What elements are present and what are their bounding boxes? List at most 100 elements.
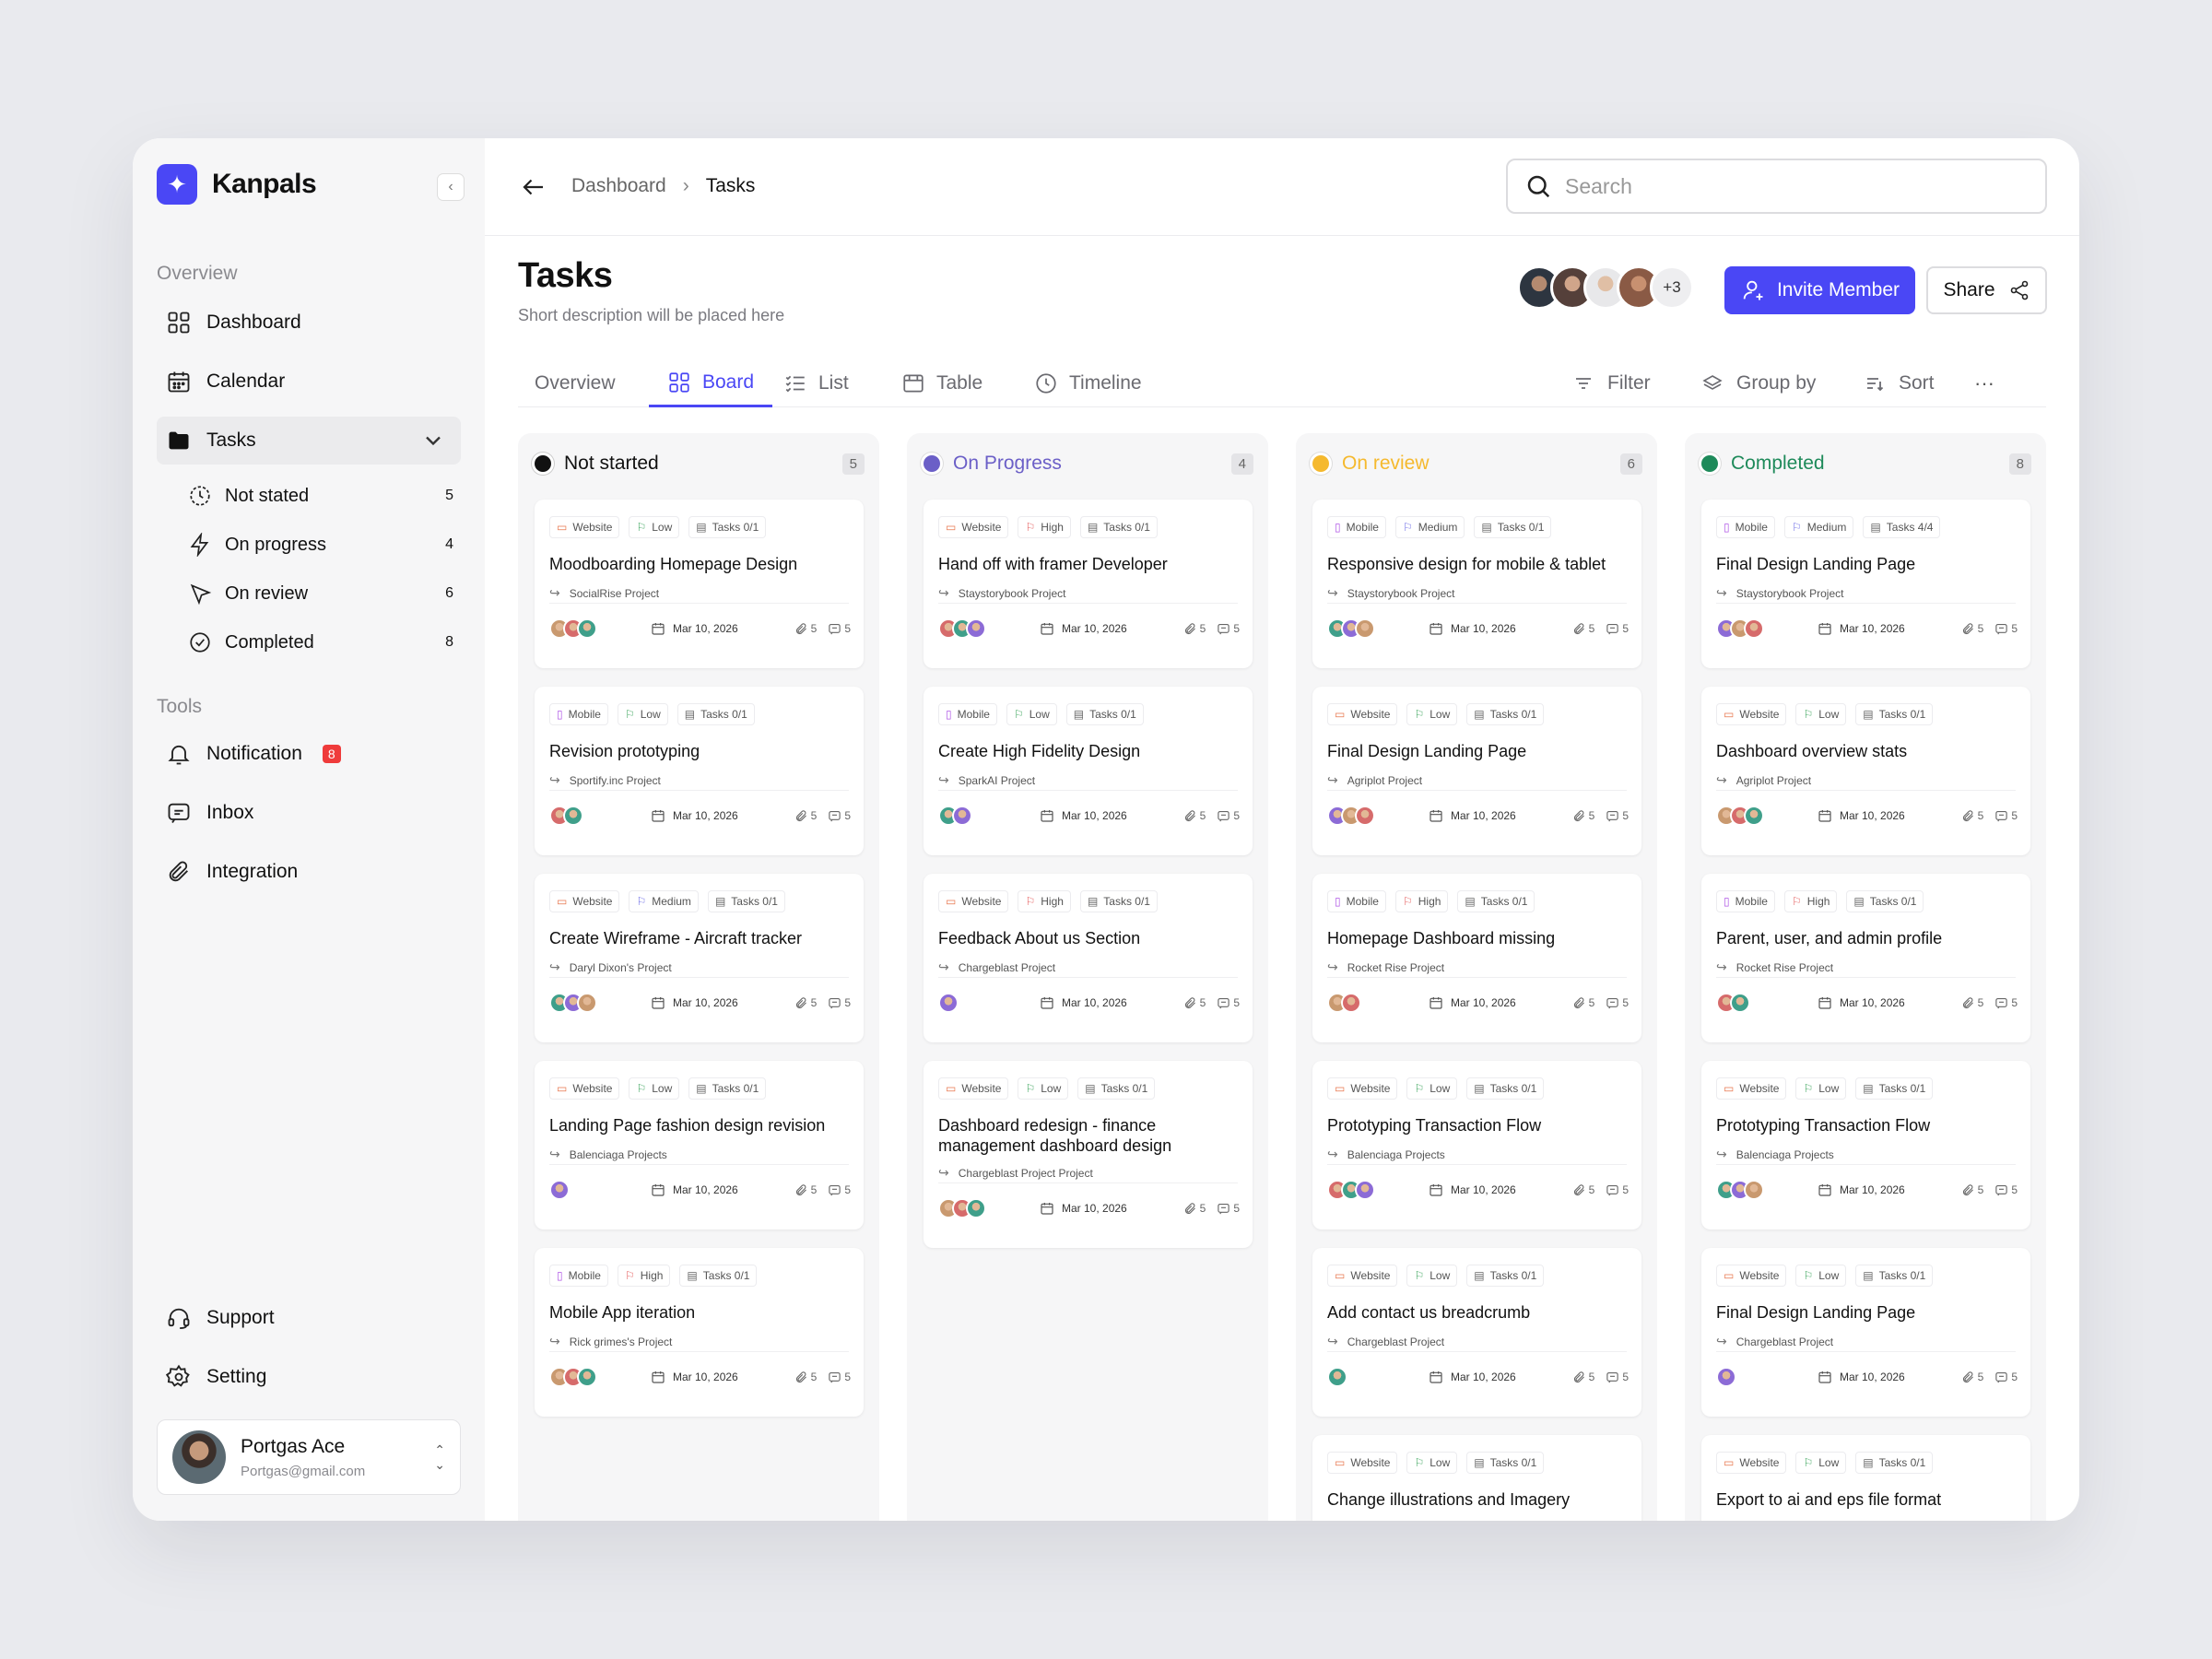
tab-overview[interactable]: Overview xyxy=(535,359,616,407)
checklist-icon: ▤ xyxy=(1474,1269,1485,1282)
paperclip-icon xyxy=(795,1371,806,1382)
attachments-value: 5 xyxy=(1977,1371,1984,1383)
task-card[interactable]: ▭ Website ⚐ Low ▤ Tasks 0/1 Change illustratio… xyxy=(1312,1435,1641,1521)
subdirectory-arrow-icon: ↪ xyxy=(1327,1147,1338,1161)
card-title: Change illustrations and Imagery xyxy=(1327,1490,1571,1509)
card-footer: Mar 10, 2026 5 5 xyxy=(549,804,851,828)
avatar xyxy=(1355,806,1375,826)
sub-on-progress[interactable]: On progress 4 xyxy=(179,524,461,565)
due-date-label: Mar 10, 2026 xyxy=(1062,809,1127,822)
task-card[interactable]: ▭ Website ⚐ Low ▤ Tasks 0/1 Add contact us bre… xyxy=(1312,1248,1641,1417)
arrow-left-icon[interactable] xyxy=(520,173,547,201)
tool-label: Filter xyxy=(1607,372,1651,394)
task-card[interactable]: ▭ Website ⚐ Low ▤ Tasks 0/1 Dashboard overview… xyxy=(1701,687,2030,855)
task-card[interactable]: ▭ Website ⚐ Low ▤ Tasks 0/1 Moodboarding Homep… xyxy=(535,500,864,668)
task-card[interactable]: ▭ Website ⚐ Low ▤ Tasks 0/1 Final Design Landi… xyxy=(1312,687,1641,855)
card-title: Dashboard overview stats xyxy=(1716,742,1908,760)
attachments-value: 5 xyxy=(1588,622,1595,635)
task-card[interactable]: ▯ Mobile ⚐ Low ▤ Tasks 0/1 Create High Fidelit… xyxy=(924,687,1253,855)
logo[interactable]: ✦ Kanpals xyxy=(157,164,317,205)
paperclip-icon xyxy=(1962,1183,1973,1195)
profile-card[interactable]: Portgas Ace Portgas@gmail.com ⌃ ⌄ xyxy=(157,1419,461,1495)
task-card[interactable]: ▯ Mobile ⚐ Medium ▤ Tasks 4/4 Final Design Lan… xyxy=(1701,500,2030,668)
nav-tasks[interactable]: Tasks xyxy=(157,417,461,465)
type-tag: ▭ Website xyxy=(1327,703,1398,725)
comment-icon xyxy=(1606,623,1618,634)
due-date-label: Mar 10, 2026 xyxy=(673,996,738,1009)
avatar xyxy=(1355,1180,1375,1200)
group-by-button[interactable]: Group by xyxy=(1701,359,1816,407)
task-card[interactable]: ▭ Website ⚐ High ▤ Tasks 0/1 Feedback About us… xyxy=(924,874,1253,1042)
search-input[interactable]: Search xyxy=(1506,159,2047,214)
invite-member-button[interactable]: Invite Member xyxy=(1724,266,1915,314)
sub-completed[interactable]: Completed 8 xyxy=(179,622,461,663)
breadcrumb-dashboard[interactable]: Dashboard xyxy=(571,175,666,197)
task-card[interactable]: ▯ Mobile ⚐ High ▤ Tasks 0/1 Mobile App iterati… xyxy=(535,1248,864,1417)
task-card[interactable]: ▭ Website ⚐ Low ▤ Tasks 0/1 Prototyping Transa… xyxy=(1312,1061,1641,1230)
comment-icon xyxy=(1606,810,1618,821)
task-card[interactable]: ▭ Website ⚐ Low ▤ Tasks 0/1 Prototyping Transa… xyxy=(1701,1061,2030,1230)
task-card[interactable]: ▭ Website ⚐ Low ▤ Tasks 0/1 Final Design Landi… xyxy=(1701,1248,2030,1417)
subtasks-label: Tasks 0/1 xyxy=(712,1082,759,1095)
attachments-value: 5 xyxy=(1199,622,1206,635)
task-card[interactable]: ▯ Mobile ⚐ Low ▤ Tasks 0/1 Revision prototypin… xyxy=(535,687,864,855)
page-description: Short description will be placed here xyxy=(518,306,785,324)
nav-integration[interactable]: Integration xyxy=(157,848,461,896)
task-card[interactable]: ▭ Website ⚐ Low ▤ Tasks 0/1 Dashboard redesign… xyxy=(924,1061,1253,1248)
nav-calendar[interactable]: Calendar xyxy=(157,358,461,406)
sub-not-started[interactable]: Not stated 5 xyxy=(179,476,461,516)
checklist-icon: ▤ xyxy=(714,895,726,908)
filter-button[interactable]: Filter xyxy=(1572,359,1651,407)
nav-support[interactable]: Support xyxy=(157,1294,461,1342)
nav-inbox[interactable]: Inbox xyxy=(157,789,461,837)
tab-timeline[interactable]: Timeline xyxy=(1034,359,1142,407)
view-tabs: Overview Board List Table Timeline Filte… xyxy=(518,359,2046,407)
attachments-count: 5 xyxy=(1183,996,1206,1010)
nav-setting[interactable]: Setting xyxy=(157,1353,461,1401)
card-title: Hand off with framer Developer xyxy=(938,555,1168,573)
attachments-count: 5 xyxy=(1961,809,1983,823)
subtasks-tag: ▤ Tasks 0/1 xyxy=(707,890,785,912)
task-card[interactable]: ▯ Mobile ⚐ Medium ▤ Tasks 0/1 Responsive desig… xyxy=(1312,500,1641,668)
tab-table[interactable]: Table xyxy=(901,359,982,407)
project-label: Sportify.inc Project xyxy=(569,773,661,787)
task-card[interactable]: ▯ Mobile ⚐ High ▤ Tasks 0/1 Parent, user, and … xyxy=(1701,874,2030,1042)
sub-on-review[interactable]: On review 6 xyxy=(179,573,461,614)
task-card[interactable]: ▭ Website ⚐ High ▤ Tasks 0/1 Hand off with fra… xyxy=(924,500,1253,668)
more-options-button[interactable]: ··· xyxy=(1974,359,1994,407)
comment-icon xyxy=(1995,810,2007,821)
card-title: Add contact us breadcrumb xyxy=(1327,1303,1531,1322)
comment-icon xyxy=(829,623,841,634)
logo-icon: ✦ xyxy=(157,164,197,205)
nav-notification[interactable]: Notification 8 xyxy=(157,730,461,778)
paperclip-icon xyxy=(795,1183,806,1195)
share-button[interactable]: Share xyxy=(1926,266,2047,314)
task-card[interactable]: ▭ Website ⚐ Low ▤ Tasks 0/1 Landing Page fashi… xyxy=(535,1061,864,1230)
card-title: Homepage Dashboard missing xyxy=(1327,929,1556,947)
due-date: Mar 10, 2026 xyxy=(1818,621,1905,636)
member-avatars[interactable]: +3 xyxy=(1517,265,1694,310)
card-title: Responsive design for mobile & tablet xyxy=(1327,555,1606,573)
card-divider xyxy=(549,1351,849,1352)
due-date: Mar 10, 2026 xyxy=(651,1182,738,1197)
type-tag: ▯ Mobile xyxy=(549,1265,608,1287)
subdirectory-arrow-icon: ↪ xyxy=(938,772,949,787)
search-icon xyxy=(1527,175,1550,198)
due-date: Mar 10, 2026 xyxy=(651,621,738,636)
card-meta: 55 xyxy=(1183,1202,1240,1216)
task-card[interactable]: ▯ Mobile ⚐ High ▤ Tasks 0/1 Homepage Dashboard… xyxy=(1312,874,1641,1042)
calendar-icon xyxy=(652,1184,665,1196)
tab-board[interactable]: Board xyxy=(649,359,773,407)
task-card[interactable]: ▭ Website ⚐ Low ▤ Tasks 0/1 Export to ai and e… xyxy=(1701,1435,2030,1521)
tab-list[interactable]: List xyxy=(783,359,849,407)
breadcrumb: Dashboard › Tasks xyxy=(571,175,755,197)
nav-dashboard[interactable]: Dashboard xyxy=(157,299,461,347)
attachments-count: 5 xyxy=(1961,996,1983,1010)
collapse-sidebar-button[interactable]: ‹ xyxy=(437,173,465,201)
flag-icon: ⚐ xyxy=(1803,1456,1814,1469)
sort-button[interactable]: Sort xyxy=(1864,359,1935,407)
type-label: Website xyxy=(961,895,1002,908)
subtasks-label: Tasks 0/1 xyxy=(1878,1082,1926,1095)
task-card[interactable]: ▭ Website ⚐ Medium ▤ Tasks 0/1 Create Wirefram… xyxy=(535,874,864,1042)
subdirectory-arrow-icon: ↪ xyxy=(1716,1147,1727,1161)
